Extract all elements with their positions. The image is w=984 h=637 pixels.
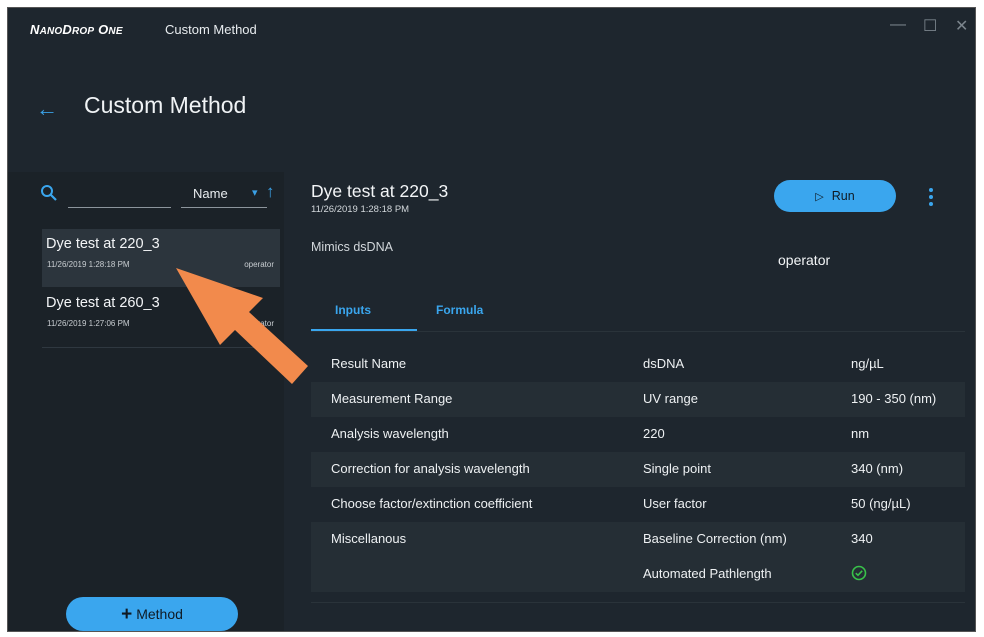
play-icon: ▷	[815, 191, 824, 203]
minimize-icon[interactable]: —	[890, 16, 906, 34]
method-user: operator	[244, 319, 274, 328]
tab-formula[interactable]: Formula	[436, 303, 483, 317]
table-row: Automated Pathlength	[311, 557, 965, 592]
add-method-label: Method	[136, 606, 183, 622]
sort-dropdown[interactable]: Name	[193, 186, 228, 201]
param-value: Automated Pathlength	[643, 566, 772, 581]
method-date: 11/26/2019 1:28:18 PM	[311, 204, 410, 215]
back-arrow-icon[interactable]: ←	[36, 96, 58, 122]
tab-inputs[interactable]: Inputs	[335, 303, 371, 317]
app-window: NANODROP ONE Custom Method — ☐ ✕ ← Custo…	[7, 7, 976, 632]
table-row: Miscellanous Baseline Correction (nm) 34…	[311, 522, 965, 557]
method-user: operator	[244, 260, 274, 269]
param-unit: 340	[851, 531, 873, 546]
method-date: 11/26/2019 1:27:06 PM	[47, 319, 130, 328]
run-button[interactable]: ▷ Run	[774, 180, 896, 212]
param-unit: ng/µL	[851, 356, 884, 371]
sort-dropdown-underline	[181, 207, 267, 208]
method-user: operator	[778, 252, 831, 268]
param-value: Single point	[643, 461, 711, 476]
page-title: Custom Method	[84, 92, 247, 118]
page-header: ← Custom Method	[8, 50, 975, 172]
add-method-button[interactable]: + Method	[66, 597, 238, 631]
maximize-icon[interactable]: ☐	[923, 16, 937, 36]
param-unit: nm	[851, 426, 870, 441]
method-description: Mimics dsDNA	[311, 240, 393, 254]
param-value: User factor	[643, 496, 707, 511]
close-icon[interactable]: ✕	[955, 16, 968, 36]
check-circle-icon	[851, 565, 867, 581]
param-unit: 50 (ng/µL)	[851, 496, 911, 511]
param-name: Correction for analysis wavelength	[331, 461, 530, 476]
param-unit: 340 (nm)	[851, 461, 904, 476]
param-name: Analysis wavelength	[331, 426, 449, 441]
run-label: Run	[831, 189, 855, 203]
table-bottom-divider	[311, 602, 965, 603]
method-list-item[interactable]: Dye test at 220_3 11/26/2019 1:28:18 PM …	[42, 229, 280, 287]
param-name: Measurement Range	[331, 391, 453, 406]
param-value: UV range	[643, 391, 698, 406]
chevron-down-icon[interactable]: ▾	[252, 186, 258, 199]
param-name: Result Name	[331, 356, 407, 371]
search-icon[interactable]	[40, 184, 58, 202]
method-detail: Dye test at 220_3 11/26/2019 1:28:18 PM …	[284, 172, 975, 631]
param-value: dsDNA	[643, 356, 685, 371]
param-unit: 190 - 350 (nm)	[851, 391, 937, 406]
app-brand: NANODROP ONE	[30, 22, 123, 37]
search-input[interactable]	[68, 207, 171, 208]
method-name: Dye test at 220_3	[46, 236, 160, 252]
window-title: Custom Method	[165, 22, 257, 37]
table-row: Measurement Range UV range 190 - 350 (nm…	[311, 382, 965, 417]
param-name: Miscellanous	[331, 531, 407, 546]
method-name: Dye test at 260_3	[46, 295, 160, 311]
sort-ascending-icon[interactable]: ↑	[266, 182, 275, 202]
list-divider	[42, 347, 280, 348]
method-title: Dye test at 220_3	[311, 181, 449, 201]
more-options-icon[interactable]	[929, 188, 933, 209]
table-row: Result Name dsDNA ng/µL	[311, 347, 965, 382]
param-name: Choose factor/extinction coefficient	[331, 496, 533, 511]
tab-divider	[311, 331, 965, 332]
method-sidebar: Name ▾ ↑ Dye test at 220_3 11/26/2019 1:…	[8, 172, 284, 631]
method-list-item[interactable]: Dye test at 260_3 11/26/2019 1:27:06 PM …	[42, 288, 280, 346]
title-bar: NANODROP ONE Custom Method — ☐ ✕	[8, 8, 975, 50]
table-row: Analysis wavelength 220 nm	[311, 417, 965, 452]
table-row: Choose factor/extinction coefficient Use…	[311, 487, 965, 522]
method-date: 11/26/2019 1:28:18 PM	[47, 260, 130, 269]
table-row: Correction for analysis wavelength Singl…	[311, 452, 965, 487]
param-value: 220	[643, 426, 665, 441]
plus-icon: +	[121, 604, 133, 625]
param-value: Baseline Correction (nm)	[643, 531, 787, 546]
